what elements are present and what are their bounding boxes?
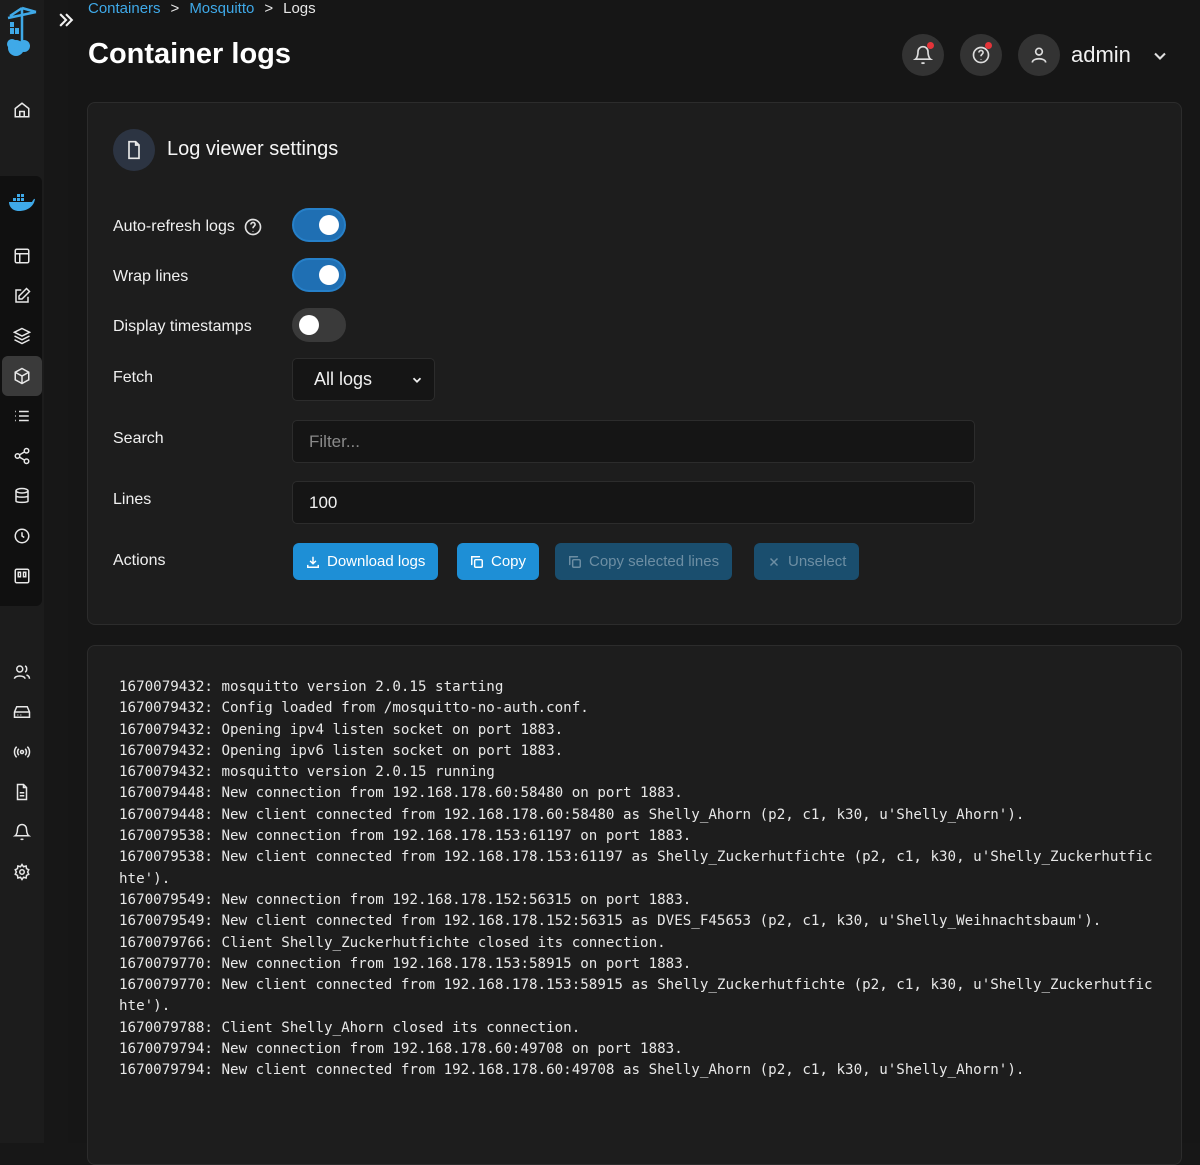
download-icon — [307, 556, 319, 568]
stacks-icon[interactable] — [10, 324, 34, 348]
environments-icon[interactable] — [10, 700, 34, 724]
docker-icon[interactable] — [8, 190, 36, 214]
copy-icon — [569, 555, 581, 568]
download-logs-label: Download logs — [327, 553, 426, 570]
home-icon[interactable] — [10, 98, 34, 122]
edge-compute-icon[interactable] — [10, 740, 34, 764]
auto-refresh-row-label: Auto-refresh logs — [113, 217, 263, 237]
notifications-bell-button[interactable] — [902, 34, 944, 76]
notification-dot — [927, 42, 934, 49]
help-tooltip-icon[interactable] — [243, 217, 263, 237]
log-line[interactable]: 1670079432: mosquitto version 2.0.15 sta… — [119, 677, 1159, 698]
search-label: Search — [113, 430, 164, 447]
actions-label: Actions — [113, 552, 166, 569]
help-dot — [985, 42, 992, 49]
log-line[interactable]: 1670079432: mosquitto version 2.0.15 run… — [119, 762, 1159, 783]
user-avatar[interactable] — [1018, 34, 1060, 76]
notifications-icon[interactable] — [10, 820, 34, 844]
registries-icon[interactable] — [10, 780, 34, 804]
host-icon[interactable] — [10, 564, 34, 588]
breadcrumb-mosquitto-link[interactable]: Mosquitto — [189, 0, 254, 17]
copy-selected-lines-label: Copy selected lines — [589, 553, 720, 570]
lines-label: Lines — [113, 491, 152, 508]
log-line[interactable]: 1670079432: Opening ipv6 listen socket o… — [119, 741, 1159, 762]
networks-icon[interactable] — [10, 444, 34, 468]
users-icon[interactable] — [10, 660, 34, 684]
log-line[interactable]: 1670079538: New connection from 192.168.… — [119, 826, 1159, 847]
chevron-down-icon[interactable] — [1150, 46, 1170, 66]
unselect-button[interactable]: Unselect — [754, 543, 860, 580]
list-icon[interactable] — [10, 404, 34, 428]
page-title: Container logs — [88, 38, 292, 70]
file-icon — [113, 129, 155, 171]
sidebar — [0, 0, 44, 1143]
copy-label: Copy — [491, 553, 527, 570]
log-line[interactable]: 1670079549: New client connected from 19… — [119, 911, 1159, 932]
user-name[interactable]: admin — [1071, 42, 1131, 68]
portainer-logo-icon[interactable] — [2, 4, 42, 60]
log-line[interactable]: 1670079538: New client connected from 19… — [119, 847, 1159, 890]
display-timestamps-label: Display timestamps — [113, 318, 252, 335]
log-line[interactable]: 1670079788: Client Shelly_Ahorn closed i… — [119, 1018, 1159, 1039]
wrap-lines-label: Wrap lines — [113, 268, 189, 285]
breadcrumb: Containers > Mosquitto > Logs — [88, 0, 316, 17]
fetch-selected-value: All logs — [314, 369, 373, 389]
expand-sidebar-icon[interactable] — [52, 6, 80, 34]
log-line[interactable]: 1670079770: New connection from 192.168.… — [119, 954, 1159, 975]
log-line[interactable]: 1670079794: New connection from 192.168.… — [119, 1039, 1159, 1060]
dashboard-icon[interactable] — [10, 244, 34, 268]
log-line[interactable]: 1670079432: Config loaded from /mosquitt… — [119, 698, 1159, 719]
breadcrumb-current: Logs — [283, 0, 316, 17]
breadcrumb-separator: > — [264, 0, 274, 17]
chevron-down-icon — [412, 377, 422, 383]
log-line[interactable]: 1670079448: New connection from 192.168.… — [119, 783, 1159, 804]
wrap-lines-toggle[interactable] — [292, 258, 346, 292]
auto-refresh-toggle[interactable] — [292, 208, 346, 242]
events-clock-icon[interactable] — [10, 524, 34, 548]
unselect-label: Unselect — [788, 553, 847, 570]
log-line[interactable]: 1670079448: New client connected from 19… — [119, 805, 1159, 826]
volumes-icon[interactable] — [10, 484, 34, 508]
log-output[interactable]: 1670079432: mosquitto version 2.0.15 sta… — [119, 677, 1159, 1082]
fetch-select[interactable]: All logs — [292, 358, 435, 401]
copy-selected-lines-button[interactable]: Copy selected lines — [555, 543, 733, 580]
settings-gear-icon[interactable] — [10, 860, 34, 884]
auto-refresh-label: Auto-refresh logs — [113, 218, 235, 235]
close-icon — [769, 557, 779, 566]
log-line[interactable]: 1670079794: New client connected from 19… — [119, 1060, 1159, 1081]
log-line[interactable]: 1670079770: New client connected from 19… — [119, 975, 1159, 1018]
lines-input[interactable] — [292, 481, 975, 524]
breadcrumb-separator: > — [170, 0, 180, 17]
copy-button[interactable]: Copy — [457, 543, 540, 580]
log-line[interactable]: 1670079766: Client Shelly_Zuckerhutficht… — [119, 933, 1159, 954]
download-logs-button[interactable]: Download logs — [293, 543, 439, 580]
display-timestamps-toggle[interactable] — [292, 308, 346, 342]
fetch-label: Fetch — [113, 369, 154, 386]
user-icon — [1031, 47, 1047, 63]
copy-icon — [471, 555, 483, 568]
help-button[interactable] — [960, 34, 1002, 76]
search-input[interactable] — [292, 420, 975, 463]
edit-icon[interactable] — [10, 284, 34, 308]
log-line[interactable]: 1670079432: Opening ipv4 listen socket o… — [119, 720, 1159, 741]
breadcrumb-containers-link[interactable]: Containers — [88, 0, 161, 17]
log-line[interactable]: 1670079549: New connection from 192.168.… — [119, 890, 1159, 911]
containers-icon[interactable] — [2, 356, 42, 396]
panel-title: Log viewer settings — [167, 138, 339, 160]
